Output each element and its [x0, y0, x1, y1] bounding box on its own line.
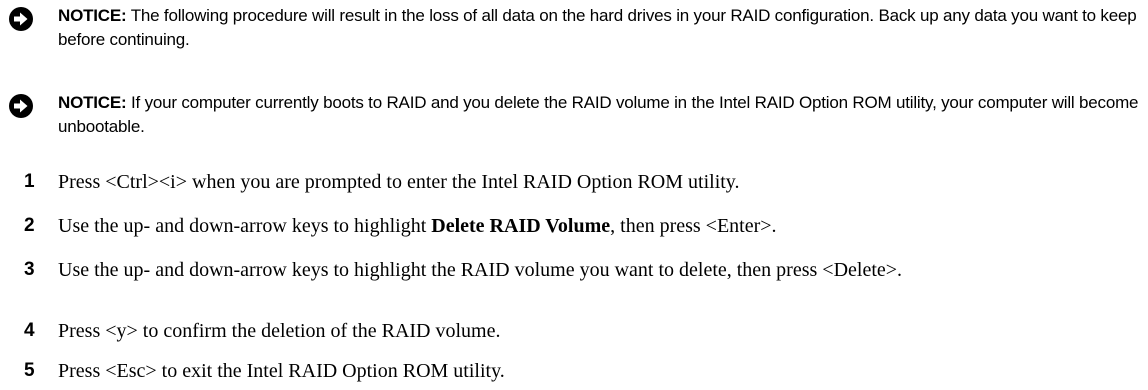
step-text: Use the up- and down-arrow keys to highl… [58, 259, 903, 281]
step-text-post: , then press <Enter>. [610, 215, 777, 237]
step-text: Press <Esc> to exit the Intel RAID Optio… [58, 360, 505, 382]
step-number: 4 [24, 320, 35, 341]
notice-label: NOTICE: [58, 93, 127, 112]
step-number: 1 [24, 171, 35, 192]
arrow-notice-icon [9, 94, 33, 118]
notice-text: NOTICE: The following procedure will res… [58, 4, 1143, 52]
step-number: 2 [24, 215, 35, 236]
step-text: Press <y> to confirm the deletion of the… [58, 320, 501, 342]
step-text: Use the up- and down-arrow keys to highl… [58, 211, 1133, 241]
arrow-notice-icon [9, 7, 33, 31]
step-text-bold: Delete RAID Volume [431, 215, 611, 237]
notice-text: NOTICE: If your computer currently boots… [58, 91, 1143, 139]
step-number: 3 [24, 259, 35, 280]
step-text: Press <Ctrl><i> when you are prompted to… [58, 171, 740, 193]
notice-body: If your computer currently boots to RAID… [58, 93, 1139, 136]
notice-label: NOTICE: [58, 6, 127, 25]
step-number: 5 [24, 360, 35, 381]
step-text-pre: Use the up- and down-arrow keys to highl… [58, 215, 432, 237]
notice-body: The following procedure will result in t… [58, 6, 1137, 49]
